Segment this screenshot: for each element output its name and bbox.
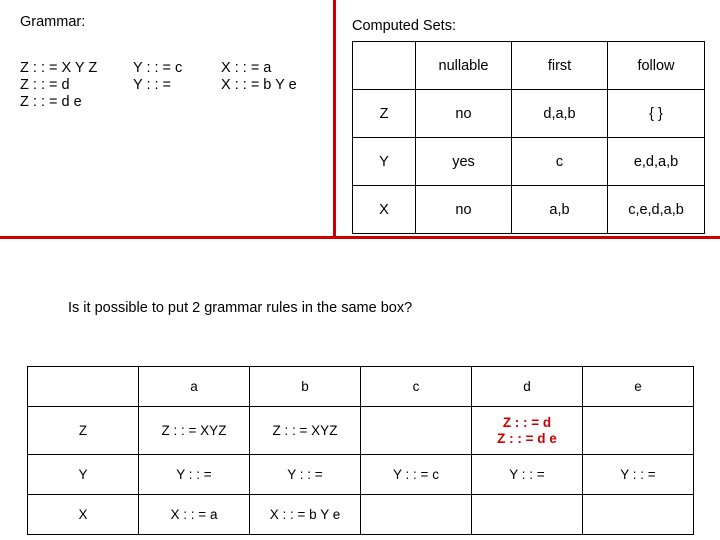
parse-cell-x-e xyxy=(582,494,694,535)
parse-cell-y-d: Y : : = xyxy=(471,454,583,495)
computed-sets-label: Computed Sets: xyxy=(352,18,456,34)
table-row: X no a,b c,e,d,a,b xyxy=(352,185,705,234)
parse-header-d: d xyxy=(471,366,583,407)
parse-header-c: c xyxy=(360,366,472,407)
parse-cell-x-label: X xyxy=(27,494,139,535)
grammar-label: Grammar: xyxy=(20,14,86,30)
question-text: Is it possible to put 2 grammar rules in… xyxy=(68,300,413,316)
computed-header-follow: follow xyxy=(607,41,705,90)
parse-cell-y-b: Y : : = xyxy=(249,454,361,495)
table-row: X X : : = a X : : = b Y e xyxy=(27,494,694,535)
red-vertical-divider xyxy=(333,0,336,238)
parse-cell-y-label: Y xyxy=(27,454,139,495)
parse-table: a b c d e Z Z : : = XYZ Z : : = XYZ Z : … xyxy=(27,366,694,535)
parse-cell-y-a: Y : : = xyxy=(138,454,250,495)
parse-cell-y-e: Y : : = xyxy=(582,454,694,495)
parse-cell-z-a: Z : : = XYZ xyxy=(138,406,250,455)
parse-cell-x-c xyxy=(360,494,472,535)
computed-sets-table: nullable first follow Z no d,a,b { } Y y… xyxy=(352,41,705,234)
computed-cell-z-symbol: Z xyxy=(352,89,416,138)
grammar-rules-group: Z : : = X Y Z Z : : = d Z : : = d e Y : … xyxy=(20,60,341,111)
computed-header-corner xyxy=(352,41,416,90)
parse-header-e: e xyxy=(582,366,694,407)
computed-cell-y-first: c xyxy=(511,137,608,186)
parse-header-a: a xyxy=(138,366,250,407)
computed-header-nullable: nullable xyxy=(415,41,512,90)
computed-cell-y-symbol: Y xyxy=(352,137,416,186)
red-horizontal-divider xyxy=(0,236,720,239)
computed-cell-y-follow: e,d,a,b xyxy=(607,137,705,186)
parse-cell-z-d: Z : : = d Z : : = d e xyxy=(471,406,583,455)
computed-cell-z-follow: { } xyxy=(607,89,705,138)
parse-cell-x-a: X : : = a xyxy=(138,494,250,535)
computed-cell-x-first: a,b xyxy=(511,185,608,234)
parse-header-b: b xyxy=(249,366,361,407)
parse-cell-x-d xyxy=(471,494,583,535)
parse-cell-z-label: Z xyxy=(27,406,139,455)
grammar-rules-column-x: X : : = a X : : = b Y e xyxy=(221,60,297,93)
table-header-row: nullable first follow xyxy=(352,41,705,90)
computed-cell-z-first: d,a,b xyxy=(511,89,608,138)
computed-cell-x-follow: c,e,d,a,b xyxy=(607,185,705,234)
table-row: Y yes c e,d,a,b xyxy=(352,137,705,186)
parse-cell-x-b: X : : = b Y e xyxy=(249,494,361,535)
parse-cell-z-b: Z : : = XYZ xyxy=(249,406,361,455)
computed-header-first: first xyxy=(511,41,608,90)
computed-cell-z-nullable: no xyxy=(415,89,512,138)
parse-cell-y-c: Y : : = c xyxy=(360,454,472,495)
table-header-row: a b c d e xyxy=(27,366,694,407)
parse-header-corner xyxy=(27,366,139,407)
parse-cell-z-c xyxy=(360,406,472,455)
computed-cell-x-symbol: X xyxy=(352,185,416,234)
grammar-rules-column-z: Z : : = X Y Z Z : : = d Z : : = d e xyxy=(20,60,98,110)
table-row: Y Y : : = Y : : = Y : : = c Y : : = Y : … xyxy=(27,454,694,495)
computed-cell-y-nullable: yes xyxy=(415,137,512,186)
parse-cell-z-e xyxy=(582,406,694,455)
table-row: Z Z : : = XYZ Z : : = XYZ Z : : = d Z : … xyxy=(27,406,694,455)
computed-cell-x-nullable: no xyxy=(415,185,512,234)
table-row: Z no d,a,b { } xyxy=(352,89,705,138)
grammar-rules-column-y: Y : : = c Y : : = xyxy=(133,60,183,93)
